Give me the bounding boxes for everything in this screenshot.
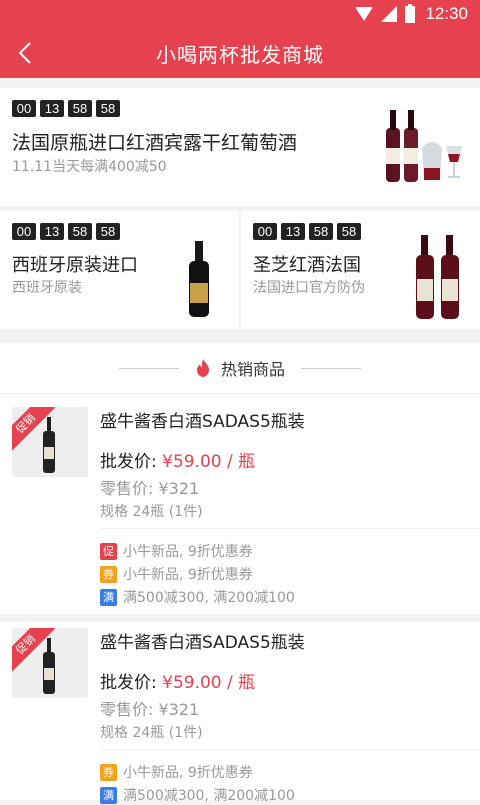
timer-ms: 58 <box>337 223 361 240</box>
app-header: 小喝两杯批发商城 <box>0 28 480 78</box>
divider-line <box>301 367 361 369</box>
timer-hours: 00 <box>12 223 36 240</box>
signal-icon <box>381 6 398 22</box>
hot-products-header: 热销商品 <box>0 343 480 393</box>
coupon-badge: 券 <box>100 565 117 583</box>
timer-minutes: 13 <box>40 100 64 117</box>
flash-subtitle: 法国进口官方防伪 <box>253 280 365 296</box>
product-card[interactable]: 促销 盛牛酱香白酒SADAS5瓶装 批发价: ¥59.00 / 瓶 零售价: ¥… <box>0 393 480 614</box>
product-image[interactable]: 促销 <box>12 407 88 477</box>
timer-seconds: 58 <box>68 100 92 117</box>
status-time: 12:30 <box>425 4 468 23</box>
bottle-image <box>43 417 55 473</box>
wholesale-price-row: 批发价: ¥59.00 / 瓶 <box>100 668 255 693</box>
timer-minutes: 13 <box>281 223 305 240</box>
wholesale-price-row: 批发价: ¥59.00 / 瓶 <box>100 447 255 472</box>
divider <box>100 749 480 750</box>
bottle-image <box>43 638 55 694</box>
flash-title: 法国原瓶进口红酒宾露干红葡萄酒 <box>12 132 298 154</box>
timer-ms: 58 <box>96 223 120 240</box>
flash-subtitle: 西班牙原装 <box>12 280 82 296</box>
promo-item: 券 小牛新品, 9折优惠券 <box>100 762 253 782</box>
promo-badge: 促 <box>100 542 117 560</box>
back-button[interactable] <box>8 36 42 70</box>
divider-line <box>118 367 179 369</box>
timer-seconds: 58 <box>309 223 333 240</box>
wholesale-label: 批发价: <box>100 673 157 693</box>
flash-subtitle: 11.11当天每满400减50 <box>12 159 167 175</box>
timer-hours: 00 <box>12 100 36 117</box>
flash-sale-left-card[interactable]: 00 13 58 58 西班牙原装进口 西班牙原装 <box>0 211 240 329</box>
promo-item: 满 满500减300, 满200减100 <box>100 587 295 607</box>
wifi-icon <box>355 7 374 21</box>
product-name: 盛牛酱香白酒SADAS5瓶装 <box>100 633 305 653</box>
fire-icon <box>196 359 209 377</box>
retail-price: 零售价: ¥321 <box>100 479 200 498</box>
discount-badge: 满 <box>100 588 117 606</box>
promo-item: 促 小牛新品, 9折优惠券 <box>100 541 253 561</box>
timer-hours: 00 <box>253 223 277 240</box>
product-spec: 规格 24瓶 (1件) <box>100 504 203 520</box>
coupon-badge: 券 <box>100 763 117 781</box>
wine-set-image <box>386 110 462 182</box>
product-name: 盛牛酱香白酒SADAS5瓶装 <box>100 412 305 432</box>
promo-text: 满500减300, 满200减100 <box>123 788 295 804</box>
flash-sale-right-card[interactable]: 00 13 58 58 圣芝红酒法国 法国进口官方防伪 <box>241 211 480 329</box>
countdown-timer: 00 13 58 58 <box>12 223 120 240</box>
hot-products-section: 热销商品 促销 盛牛酱香白酒SADAS5瓶装 批发价: ¥59.00 / 瓶 零… <box>0 343 480 804</box>
product-spec: 规格 24瓶 (1件) <box>100 725 203 741</box>
divider <box>100 528 480 529</box>
hot-products-title: 热销商品 <box>220 360 285 379</box>
wholesale-price: ¥59.00 / 瓶 <box>162 673 256 693</box>
timer-ms: 58 <box>96 100 120 117</box>
status-bar: 12:30 <box>0 0 480 28</box>
wine-bottles-image <box>416 235 459 319</box>
countdown-timer: 00 13 58 58 <box>12 100 120 117</box>
flash-title: 圣芝红酒法国 <box>253 255 361 276</box>
promo-item: 券 小牛新品, 9折优惠券 <box>100 564 253 584</box>
wine-bottle-image <box>189 241 209 317</box>
discount-badge: 满 <box>100 786 117 804</box>
flash-title: 西班牙原装进口 <box>12 255 138 276</box>
countdown-timer: 00 13 58 58 <box>253 223 361 240</box>
product-card[interactable]: 促销 盛牛酱香白酒SADAS5瓶装 批发价: ¥59.00 / 瓶 零售价: ¥… <box>0 614 480 804</box>
battery-icon <box>405 3 416 23</box>
promo-text: 小牛新品, 9折优惠券 <box>123 544 253 560</box>
flash-sale-main-card[interactable]: 00 13 58 58 法国原瓶进口红酒宾露干红葡萄酒 11.11当天每满400… <box>0 88 480 206</box>
promo-text: 满500减300, 满200减100 <box>123 590 295 606</box>
promo-item: 满 满500减300, 满200减100 <box>100 785 295 805</box>
product-image[interactable]: 促销 <box>12 628 88 698</box>
timer-seconds: 58 <box>68 223 92 240</box>
timer-minutes: 13 <box>40 223 64 240</box>
retail-price: 零售价: ¥321 <box>100 700 200 719</box>
page-title: 小喝两杯批发商城 <box>156 42 324 67</box>
wholesale-price: ¥59.00 / 瓶 <box>162 452 256 472</box>
promo-text: 小牛新品, 9折优惠券 <box>123 765 253 781</box>
promo-text: 小牛新品, 9折优惠券 <box>123 567 253 583</box>
wholesale-label: 批发价: <box>100 452 157 472</box>
chevron-left-icon <box>18 42 31 64</box>
